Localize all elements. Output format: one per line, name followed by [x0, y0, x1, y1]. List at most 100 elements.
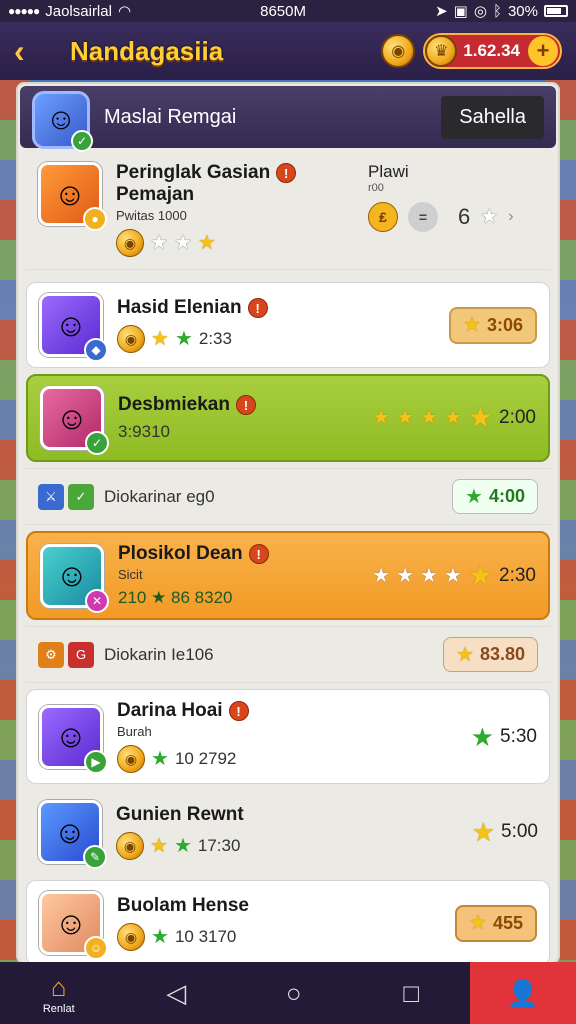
reward-value: 4:00 [488, 486, 525, 506]
reward-value: 3:06 [486, 314, 523, 335]
vs-sub: r00 [368, 182, 384, 194]
rank-badge-icon: ◆ [84, 338, 108, 362]
star-empty-icon: ★ [396, 564, 415, 587]
star-gold-icon: ★ [456, 643, 474, 666]
clock: 8650M [260, 2, 306, 20]
wifi-icon: ◠ [117, 3, 132, 20]
list-item[interactable]: ☺ ▶ Darina Hoai ! Burah ◉ ★ 10 2792 ★ 5:… [26, 689, 550, 784]
avatar: ☺ ✎ [38, 800, 107, 869]
alert-icon: ! [276, 163, 297, 183]
alert-icon: ! [248, 544, 269, 564]
nav-home-label: Renlat [42, 1002, 75, 1015]
add-currency-button[interactable]: + [528, 36, 558, 66]
bluetooth-icon: ᛒ [492, 2, 502, 20]
list-item[interactable]: ☺ ✓ Desbmiekan ! 3:9310 ★ ★ ★ ★ ★ 2:00 [26, 374, 550, 462]
player-score: 210 ★ 86 8320 [118, 588, 233, 607]
star-gold-icon: ★ [420, 407, 438, 429]
star-empty-icon: ★ [420, 564, 438, 587]
alarm-icon: ◎ [473, 3, 487, 20]
list-item[interactable]: ☺ ✎ Gunien Rewnt ◉ ★ ★ 17:30 ★ 5:00 [26, 790, 550, 874]
user-icon: 👤 [506, 977, 540, 1008]
star-gold-icon: ★ [467, 402, 494, 433]
featured-row[interactable]: ☺ ● Peringlak Gasian ! Pemajan Pwitas 10… [26, 150, 550, 270]
player-sub: Burah [117, 724, 152, 739]
triangle-back-icon: ◁ [166, 977, 187, 1008]
alert-icon: ! [235, 395, 256, 415]
star-gold-icon: ★ [396, 407, 415, 429]
star-gold-icon: ★ [150, 835, 168, 857]
circle-home-icon: ○ [285, 977, 302, 1008]
avatar[interactable]: ☺ ✓ [32, 91, 93, 152]
coin-icon: ◉ [117, 745, 145, 773]
reward-badge[interactable]: ★ 3:06 [449, 306, 537, 344]
player-score: 10 2792 [174, 749, 237, 768]
star-gold-icon: ★ [197, 232, 216, 254]
back-button[interactable]: ‹ [14, 33, 54, 70]
coin-toggle-button[interactable]: ₤ [368, 202, 398, 232]
carrier-label: Jaolsairlal [45, 2, 112, 20]
star-gold-icon: ★ [467, 559, 494, 591]
coin-icon: ◉ [116, 832, 144, 860]
player-time: 3:9310 [118, 422, 170, 441]
player-face-icon: ☺ [54, 306, 88, 343]
nav-home-button[interactable]: ⌂ Renlat [0, 962, 118, 1024]
check-icon: ✓ [68, 483, 94, 510]
location-icon: ➤ [435, 3, 448, 20]
vs-label: Plawi [368, 162, 409, 181]
reward-badge[interactable]: ★ 83.80 [443, 637, 538, 672]
reward-value: 2:00 [499, 407, 536, 428]
star-green-icon: ★ [173, 835, 192, 857]
star-green-icon: ★ [470, 721, 495, 752]
nav-recents-button[interactable]: □ [353, 962, 471, 1024]
avatar: ☺ ▶ [39, 704, 108, 774]
nav-back-button[interactable]: ◁ [118, 962, 236, 1024]
list-item[interactable]: ⚔ ✓ Diokarinar eg0 ★ 4:00 [26, 468, 550, 525]
currency-pill[interactable]: ♛ 1.62.34 + [423, 33, 562, 69]
star-gold-icon: ★ [443, 407, 462, 429]
list-item[interactable]: ☺ ✕ Plosikol Dean ! Sicit 210 ★ 86 8320 … [26, 531, 550, 620]
player-time: 2:33 [198, 329, 232, 348]
player-name: Desbmiekan ! [118, 394, 372, 416]
reward-value: 5:00 [501, 821, 538, 842]
signal-icon: ●●●●● [8, 4, 40, 18]
coin-shop-button[interactable]: ◉ [381, 34, 416, 68]
reward-badge[interactable]: ★ 455 [455, 904, 537, 942]
star-gold-icon: ★ [469, 912, 487, 934]
nav-profile-button[interactable]: 👤 [470, 962, 576, 1024]
bottom-navigation: ⌂ Renlat ◁ ○ □ 👤 [0, 962, 576, 1024]
list-item[interactable]: ☺ ◆ Hasid Elenian ! ◉ ★ ★ 2:33 ★ 3:06 [26, 282, 550, 368]
profile-name: Maslai Remgai [104, 105, 237, 128]
profile-tab-button[interactable]: Sahella [441, 95, 544, 139]
featured-score: 6 [458, 204, 471, 229]
player-name: Buolam Hense [117, 895, 249, 916]
player-name: Darina Hoai ! [117, 700, 471, 722]
battery-percent: 30% [507, 2, 538, 20]
star-gold-icon: ★ [151, 328, 169, 350]
player-sub: Sicit [118, 567, 143, 582]
coin-icon: ◉ [117, 325, 145, 353]
page-title: Nandagasiia [70, 35, 224, 66]
star-green-icon: ★ [151, 748, 169, 770]
list-item[interactable]: ☺ ☺ Buolam Hense ◉ ★ 10 3170 ★ 455 [26, 880, 550, 962]
sub-label: Diokarinar eg0 [104, 486, 215, 506]
nav-home-circle-button[interactable]: ○ [235, 962, 353, 1024]
currency-amount: 1.62.34 [463, 41, 520, 60]
star-green-icon: ★ [151, 926, 169, 948]
player-face-icon: ☺ [54, 904, 88, 941]
lock-icon: ▣ [453, 3, 468, 20]
rank-badge-icon: ✎ [83, 845, 107, 869]
star-green-icon: ★ [174, 328, 193, 350]
knight-icon: ☺ [45, 103, 77, 136]
reward-value: 2:30 [499, 564, 536, 586]
reward-badge[interactable]: ★ 4:00 [452, 479, 538, 514]
avatar: ☺ ✓ [40, 386, 109, 455]
chevron-right-icon[interactable]: › [508, 208, 513, 226]
coin-icon: ◉ [117, 923, 145, 951]
avatar: ☺ ◆ [39, 293, 108, 362]
equal-button[interactable]: = [408, 202, 438, 232]
star-empty-icon: ★ [372, 564, 391, 587]
knight-icon: ☺ [55, 399, 89, 436]
list-item[interactable]: ⚙ G Diokarin Ie106 ★ 83.80 [26, 626, 550, 683]
avatar: ☺ ● [38, 162, 107, 231]
knight-icon: ☺ [53, 813, 87, 850]
